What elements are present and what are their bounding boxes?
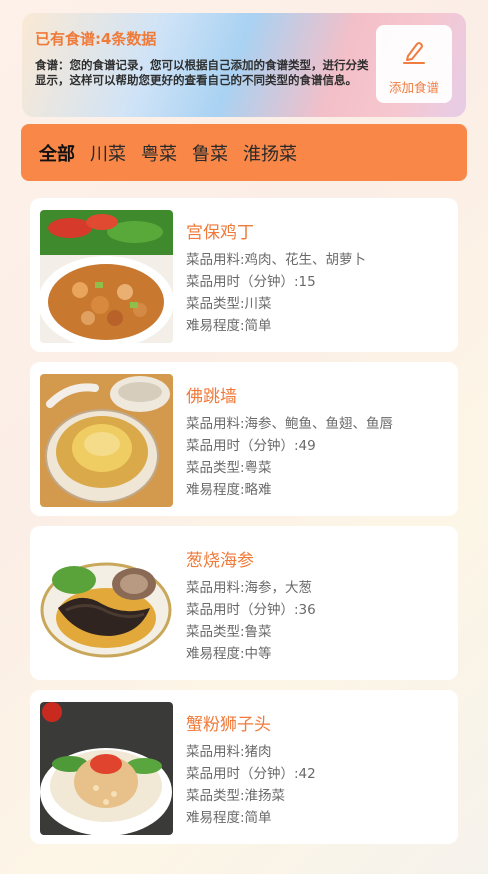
recipe-card[interactable]: 佛跳墙 菜品用料:海参、鲍鱼、鱼翅、鱼唇 菜品用时（分钟）:49 菜品类型:粤菜… (30, 362, 458, 516)
recipe-ingredients: 菜品用料:海参，大葱 (186, 580, 313, 596)
recipe-category: 菜品类型:淮扬菜 (186, 788, 286, 804)
recipe-image (40, 374, 173, 507)
recipe-count-title: 已有食谱:4条数据 (35, 30, 157, 48)
recipe-name: 佛跳墙 (186, 387, 237, 407)
recipe-name: 葱烧海参 (186, 551, 254, 571)
category-tabbar: 全部 川菜 粤菜 鲁菜 淮扬菜 (21, 124, 467, 181)
tab-huaiyang[interactable]: 淮扬菜 (243, 140, 297, 166)
recipe-category: 菜品类型:鲁菜 (186, 624, 272, 640)
recipe-difficulty: 难易程度:略难 (186, 482, 272, 498)
recipe-time: 菜品用时（分钟）:36 (186, 602, 316, 618)
recipe-difficulty: 难易程度:简单 (186, 810, 272, 826)
recipe-card[interactable]: 葱烧海参 菜品用料:海参，大葱 菜品用时（分钟）:36 菜品类型:鲁菜 难易程度… (30, 526, 458, 680)
tab-shandong[interactable]: 鲁菜 (192, 140, 228, 166)
tab-cantonese[interactable]: 粤菜 (141, 140, 177, 166)
recipe-image (40, 702, 173, 835)
recipe-time: 菜品用时（分钟）:42 (186, 766, 316, 782)
recipe-difficulty: 难易程度:中等 (186, 646, 272, 662)
tab-all[interactable]: 全部 (39, 140, 75, 166)
add-recipe-label: 添加食谱 (388, 80, 439, 95)
recipe-card[interactable]: 宫保鸡丁 菜品用料:鸡肉、花生、胡萝卜 菜品用时（分钟）:15 菜品类型:川菜 … (30, 198, 458, 352)
recipe-time: 菜品用时（分钟）:15 (186, 274, 316, 290)
recipe-image (40, 210, 173, 343)
recipe-summary-card: 已有食谱:4条数据 食谱：您的食谱记录，您可以根据自己添加的食谱类型，进行分类显… (22, 13, 466, 117)
recipe-description: 食谱：您的食谱记录，您可以根据自己添加的食谱类型，进行分类显示，这样可以帮助您更… (35, 58, 369, 87)
recipe-difficulty: 难易程度:简单 (186, 318, 272, 334)
recipe-category: 菜品类型:川菜 (186, 296, 272, 312)
recipe-category: 菜品类型:粤菜 (186, 460, 272, 476)
recipe-ingredients: 菜品用料:海参、鲍鱼、鱼翅、鱼唇 (186, 416, 394, 432)
recipe-image (40, 538, 173, 671)
recipe-ingredients: 菜品用料:猪肉 (186, 744, 272, 760)
recipe-name: 宫保鸡丁 (186, 223, 254, 243)
recipe-name: 蟹粉狮子头 (186, 715, 271, 735)
recipe-ingredients: 菜品用料:鸡肉、花生、胡萝卜 (186, 252, 367, 268)
recipe-time: 菜品用时（分钟）:49 (186, 438, 316, 454)
recipe-card[interactable]: 蟹粉狮子头 菜品用料:猪肉 菜品用时（分钟）:42 菜品类型:淮扬菜 难易程度:… (30, 690, 458, 844)
tab-sichuan[interactable]: 川菜 (90, 140, 126, 166)
add-recipe-button[interactable]: 添加食谱 (376, 25, 452, 103)
edit-pen-icon (403, 42, 425, 64)
